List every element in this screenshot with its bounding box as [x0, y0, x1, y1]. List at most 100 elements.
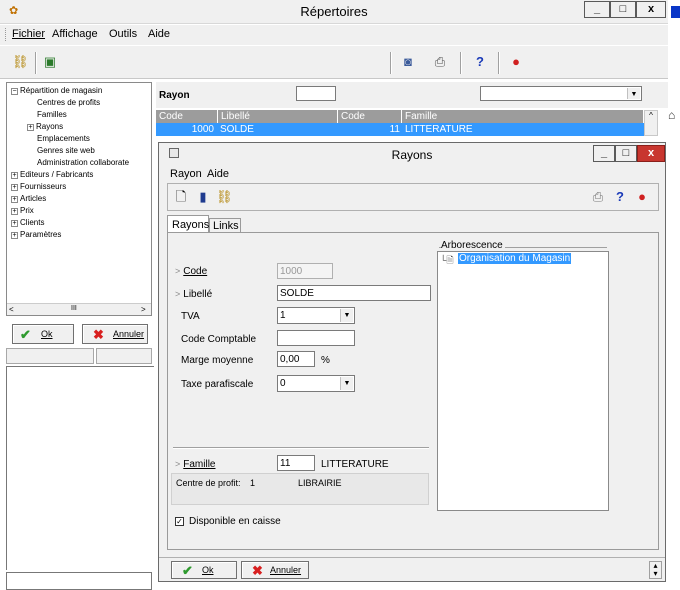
expand-icon[interactable]: + — [11, 220, 18, 227]
tab-rayons[interactable]: Rayons — [167, 215, 209, 233]
grid-header-code2[interactable]: Code — [338, 110, 402, 123]
close-button[interactable]: x — [636, 1, 666, 18]
left-cancel-button[interactable]: ✖ Annuler — [82, 324, 148, 344]
libelle-label: > Libellé — [175, 289, 213, 300]
grid-header-code[interactable]: Code — [156, 110, 218, 123]
cross-icon: ✖ — [93, 327, 104, 342]
exit-icon[interactable]: ● — [634, 189, 650, 205]
dialog-ok-button[interactable]: ✔ Ok — [171, 561, 237, 579]
disponible-checkbox[interactable]: ✓ — [175, 517, 184, 526]
expand-icon[interactable]: + — [11, 208, 18, 215]
tree-item[interactable]: Genres site web — [37, 146, 95, 155]
tree-item[interactable]: Emplacements — [37, 134, 90, 143]
grid-header-famille[interactable]: Famille — [402, 110, 644, 123]
rayon-combo[interactable]: ▼ — [480, 86, 642, 101]
famille-code-input[interactable]: 11 — [277, 455, 315, 471]
rayon-code-input[interactable] — [296, 86, 336, 101]
dialog-cancel-button[interactable]: ✖ Annuler — [241, 561, 309, 579]
code-comptable-label: Code Comptable — [181, 334, 257, 345]
toolbar-separator — [35, 52, 37, 74]
tree-item[interactable]: + Rayons — [27, 122, 63, 131]
tree-item[interactable]: + Editeurs / Fabricants — [11, 170, 93, 179]
menu-affichage[interactable]: Affichage — [52, 28, 98, 40]
grid-cell-famille[interactable]: LITTERATURE — [402, 123, 644, 136]
taxe-label: Taxe parafiscale — [181, 379, 254, 390]
scroll-thumb[interactable]: III — [71, 305, 77, 312]
grid-header-libelle[interactable]: Libellé — [218, 110, 338, 123]
chevron-down-icon[interactable]: ▼ — [627, 88, 640, 99]
tree-item[interactable]: + Paramètres — [11, 230, 61, 239]
tree-icon[interactable]: ⛓ — [12, 54, 29, 70]
tree-connector-icon: └🗎 — [440, 255, 454, 265]
tree-item[interactable]: + Articles — [11, 194, 46, 203]
toolbar-separator — [498, 52, 500, 74]
chevron-down-icon[interactable]: ▼ — [340, 309, 353, 322]
left-bottom-field — [6, 572, 152, 590]
grid-scroll-up-icon[interactable]: ^ — [644, 110, 658, 136]
print-icon[interactable]: ⎙ — [590, 189, 606, 205]
left-ok-button[interactable]: ✔ Ok — [12, 324, 74, 344]
rayon-label: Rayon — [159, 90, 190, 101]
rayons-dialog: Rayons _ □ x Rayon Aide 🗋 ▮ ⛓ ⎙ ? ● Rayo… — [158, 142, 666, 582]
dialog-menu-rayon[interactable]: Rayon — [170, 168, 202, 180]
expand-icon[interactable]: + — [27, 124, 34, 131]
libelle-input[interactable]: SOLDE — [277, 285, 431, 301]
expand-icon[interactable]: + — [11, 196, 18, 203]
tree-item[interactable]: Centres de profits — [37, 98, 100, 107]
left-lower-panel — [6, 366, 154, 570]
famille-label: > Famille — [175, 459, 216, 470]
dialog-button-bar: ✔ Ok ✖ Annuler ▴ ▾ — [159, 557, 665, 581]
status-panel — [6, 348, 94, 364]
expand-icon[interactable]: + — [11, 232, 18, 239]
minimize-button[interactable]: _ — [584, 1, 610, 18]
preview-icon[interactable]: ◙ — [400, 54, 416, 70]
tree-item[interactable]: − Répartition de magasin — [11, 86, 102, 95]
menu-aide[interactable]: Aide — [148, 28, 170, 40]
dialog-minimize-button[interactable]: _ — [593, 145, 615, 162]
delete-icon[interactable]: ▮ — [195, 189, 211, 205]
scroll-left-icon[interactable]: < — [9, 305, 14, 314]
expand-icon[interactable]: + — [11, 172, 18, 179]
window-icon[interactable]: ▣ — [42, 54, 58, 70]
tree-item[interactable]: Administration collaborate — [37, 158, 129, 167]
tree-hscrollbar[interactable]: < III > — [7, 303, 151, 315]
new-document-icon[interactable]: 🗋 — [173, 189, 189, 205]
dialog-title-bar: Rayons _ □ x — [159, 143, 665, 165]
help-icon[interactable]: ? — [612, 189, 628, 205]
tree-item[interactable]: Familles — [37, 110, 67, 119]
collapse-icon[interactable]: − — [11, 88, 18, 95]
grid-cell-code2[interactable]: 11 — [338, 123, 402, 136]
chevron-down-icon[interactable]: ▼ — [340, 377, 353, 390]
dialog-maximize-button[interactable]: □ — [615, 145, 637, 162]
tree-item[interactable]: + Fournisseurs — [11, 182, 66, 191]
grid-cell-libelle[interactable]: SOLDE — [218, 123, 338, 136]
grid-cell-code[interactable]: 1000 — [156, 123, 218, 136]
window-title-bar: ✿ Répertoires _ □ x — [0, 0, 668, 24]
expand-icon[interactable]: + — [11, 184, 18, 191]
arborescence-item[interactable]: Organisation du Magasin — [458, 253, 572, 264]
dialog-close-button[interactable]: x — [637, 145, 665, 162]
tree-item[interactable]: + Clients — [11, 218, 44, 227]
menu-bar: Fichier Affichage Outils Aide — [0, 25, 668, 45]
dialog-menu-bar: Rayon Aide — [159, 165, 665, 183]
scroll-right-icon[interactable]: > — [141, 305, 146, 314]
code-input[interactable]: 1000 — [277, 263, 333, 279]
tree-item[interactable]: + Prix — [11, 206, 34, 215]
window-title: Répertoires — [300, 4, 368, 19]
tab-links[interactable]: Links — [209, 218, 241, 233]
dialog-menu-aide[interactable]: Aide — [207, 168, 229, 180]
help-icon[interactable]: ? — [472, 54, 488, 70]
menu-fichier[interactable]: Fichier — [12, 28, 45, 40]
status-panel — [96, 348, 152, 364]
code-comptable-input[interactable] — [277, 330, 355, 346]
print-icon[interactable]: ⎙ — [432, 54, 448, 70]
tva-select[interactable]: 1 ▼ — [277, 307, 355, 324]
spin-icon[interactable]: ▴ ▾ — [649, 561, 662, 579]
tree-icon[interactable]: ⛓ — [216, 189, 233, 205]
chevron-right-icon: > — [175, 289, 181, 299]
menu-outils[interactable]: Outils — [109, 28, 137, 40]
marge-input[interactable]: 0,00 — [277, 351, 315, 367]
maximize-button[interactable]: □ — [610, 1, 636, 18]
exit-icon[interactable]: ● — [508, 54, 524, 70]
taxe-select[interactable]: 0 ▼ — [277, 375, 355, 392]
